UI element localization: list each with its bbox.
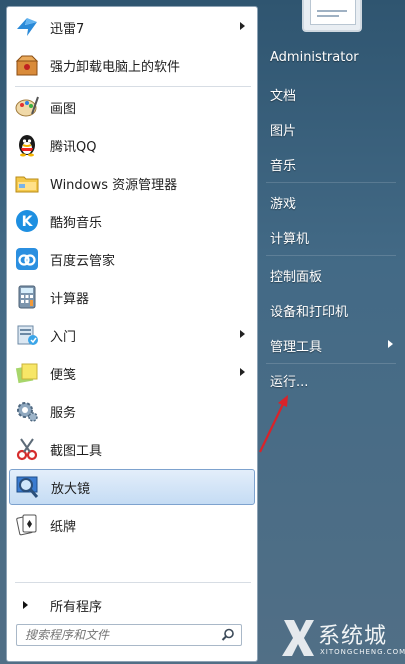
devices-printers-link[interactable]: 设备和打印机 xyxy=(270,301,348,320)
program-services[interactable]: 服务 xyxy=(9,393,255,429)
program-label: 便笺 xyxy=(50,367,77,383)
program-qq[interactable]: 腾讯QQ xyxy=(9,127,255,163)
search-input[interactable] xyxy=(17,625,221,645)
program-label: 酷狗音乐 xyxy=(50,215,103,231)
paint-palette-icon xyxy=(12,92,42,122)
control-panel-link[interactable]: 控制面板 xyxy=(270,266,322,285)
program-label: 迅雷7 xyxy=(50,21,85,37)
program-label: Windows 资源管理器 xyxy=(50,177,178,193)
program-baidu-cloud[interactable]: 百度云管家 xyxy=(9,241,255,277)
kugou-k-icon: K xyxy=(12,206,42,236)
program-sticky-notes[interactable]: 便笺 xyxy=(9,355,255,391)
uninstall-box-icon xyxy=(12,50,42,80)
services-gear-icon xyxy=(12,396,42,426)
program-explorer[interactable]: Windows 资源管理器 xyxy=(9,165,255,201)
music-link[interactable]: 音乐 xyxy=(270,155,296,174)
program-label: 服务 xyxy=(50,405,77,421)
games-link[interactable]: 游戏 xyxy=(270,193,296,212)
solitaire-cards-icon xyxy=(12,510,42,540)
program-calculator[interactable]: 计算器 xyxy=(9,279,255,315)
watermark-x-icon xyxy=(282,620,314,656)
xunlei-bird-icon xyxy=(12,12,42,42)
program-solitaire[interactable]: 纸牌 xyxy=(9,507,255,543)
program-label: 强力卸载电脑上的软件 xyxy=(50,59,181,75)
run-link[interactable]: 运行... xyxy=(270,371,308,390)
program-xunlei[interactable]: 迅雷7 xyxy=(9,9,255,45)
watermark-logo: 系统城 XITONGCHENG.COM xyxy=(280,610,405,664)
svg-text:K: K xyxy=(22,214,34,230)
getting-started-icon xyxy=(12,320,42,350)
all-programs-button[interactable]: 所有程序 xyxy=(15,593,251,617)
submenu-arrow-icon xyxy=(240,330,245,338)
user-picture[interactable] xyxy=(302,0,362,32)
submenu-arrow-icon xyxy=(388,340,393,348)
program-label: 计算器 xyxy=(50,291,90,307)
program-label: 入门 xyxy=(50,329,77,345)
computer-link[interactable]: 计算机 xyxy=(270,228,309,247)
pinned-separator xyxy=(15,86,251,87)
program-getting-started[interactable]: 入门 xyxy=(9,317,255,353)
sticky-notes-icon xyxy=(12,358,42,388)
program-label: 百度云管家 xyxy=(50,253,116,269)
user-name-link[interactable]: Administrator xyxy=(270,50,359,65)
right-separator xyxy=(266,182,396,183)
program-kugou[interactable]: K 酷狗音乐 xyxy=(9,203,255,239)
qq-penguin-icon xyxy=(12,130,42,160)
arrow-right-icon xyxy=(23,601,28,609)
magnifier-icon xyxy=(13,472,43,502)
program-label: 画图 xyxy=(50,101,77,117)
start-menu-programs-panel: 迅雷7 强力卸载电脑上的软件 画图 腾讯QQ Windows 资源管理器 K 酷… xyxy=(6,6,258,662)
admin-tools-link[interactable]: 管理工具 xyxy=(270,336,322,355)
user-picture-thumbnail xyxy=(310,0,356,25)
program-label: 截图工具 xyxy=(50,443,103,459)
explorer-folder-icon xyxy=(12,168,42,198)
all-programs-label: 所有程序 xyxy=(50,599,103,615)
documents-link[interactable]: 文档 xyxy=(270,85,296,104)
watermark-domain: XITONGCHENG.COM xyxy=(320,648,405,656)
snipping-scissors-icon xyxy=(12,434,42,464)
calculator-icon xyxy=(12,282,42,312)
program-snipping-tool[interactable]: 截图工具 xyxy=(9,431,255,467)
submenu-arrow-icon xyxy=(240,22,245,30)
submenu-arrow-icon xyxy=(240,368,245,376)
right-separator xyxy=(266,363,396,364)
program-magnifier[interactable]: 放大镜 xyxy=(9,469,255,505)
search-icon[interactable] xyxy=(221,628,235,642)
program-uninstaller[interactable]: 强力卸载电脑上的软件 xyxy=(9,47,255,83)
search-box[interactable] xyxy=(16,624,242,646)
all-programs-separator xyxy=(15,582,251,583)
watermark-brand: 系统城 xyxy=(318,624,388,649)
program-label: 纸牌 xyxy=(50,519,77,535)
program-paint[interactable]: 画图 xyxy=(9,89,255,125)
pictures-link[interactable]: 图片 xyxy=(270,120,296,139)
baidu-cloud-icon xyxy=(12,244,42,274)
right-separator xyxy=(266,255,396,256)
program-label: 腾讯QQ xyxy=(50,139,97,155)
annotation-arrow-icon xyxy=(259,395,288,453)
program-label: 放大镜 xyxy=(51,481,91,497)
